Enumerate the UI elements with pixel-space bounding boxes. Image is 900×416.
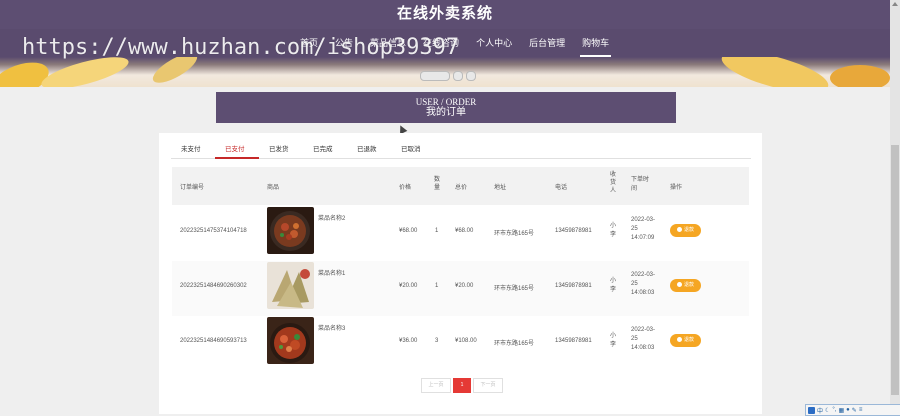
receiver: 小李 <box>610 333 617 348</box>
address: 环市东路165号 <box>494 231 535 237</box>
ime-user-icon[interactable]: ● <box>846 407 850 413</box>
page-1-button[interactable]: 1 <box>453 378 471 393</box>
page-scrollbar[interactable] <box>890 0 900 414</box>
refund-icon <box>676 336 682 342</box>
ime-menu-icon[interactable]: ≡ <box>859 407 863 413</box>
tab-refunded[interactable]: 已退款 <box>347 140 391 158</box>
order-time: 2022-03-25 14:08:03 <box>631 272 656 296</box>
tab-unpaid[interactable]: 未支付 <box>171 140 215 158</box>
order-time: 2022-03-25 14:08:03 <box>631 327 656 351</box>
price: ¥20.00 <box>399 283 418 289</box>
refund-button[interactable]: 退款 <box>670 334 701 347</box>
scroll-up-icon[interactable] <box>892 2 898 6</box>
tab-shipped[interactable]: 已发货 <box>259 140 303 158</box>
col-receiver: 收货人 <box>610 172 617 194</box>
address: 环市东路165号 <box>494 341 535 347</box>
phone: 13459878981 <box>555 283 592 289</box>
receiver: 小李 <box>610 223 617 238</box>
quantity: 1 <box>435 228 439 234</box>
order-status-tabs: 未支付 已支付 已发货 已完成 已退款 已取消 <box>171 140 751 159</box>
price: ¥68.00 <box>399 228 418 234</box>
table-row: 20223251484690593713 菜品名称3 ¥36.00 3 ¥108… <box>172 316 749 371</box>
col-order-no: 订单编号 <box>180 185 205 191</box>
table-row: 20223251475374104718 菜品名称2 ¥68.00 1 ¥68.… <box>172 206 749 261</box>
ime-chinese-icon[interactable]: 中 <box>817 406 823 415</box>
ime-logo-icon <box>808 406 815 414</box>
page-title: 我的订单 <box>426 107 466 118</box>
product-image[interactable] <box>267 207 314 254</box>
ime-keyboard-icon[interactable]: ▦ <box>838 407 844 414</box>
col-phone: 电话 <box>555 185 568 191</box>
col-qty: 数量 <box>434 177 441 191</box>
product-image[interactable] <box>267 317 314 364</box>
refund-icon <box>676 226 682 232</box>
col-total: 总价 <box>455 185 468 191</box>
col-product: 商品 <box>267 185 280 191</box>
nav-item-profile[interactable]: 个人中心 <box>476 29 512 57</box>
nav-item-cart[interactable]: 购物车 <box>580 29 612 57</box>
ime-tool-icon[interactable]: ✎ <box>852 407 857 414</box>
tab-paid[interactable]: 已支付 <box>215 140 259 159</box>
product-name[interactable]: 菜品名称1 <box>318 268 345 277</box>
tab-cancelled[interactable]: 已取消 <box>391 140 435 158</box>
address: 环市东路165号 <box>494 286 535 292</box>
nav-item-consult[interactable]: 在线咨询 <box>423 29 459 57</box>
refund-button[interactable]: 退款 <box>670 224 701 237</box>
nav-item-home[interactable]: 首页 <box>300 29 318 57</box>
col-price: 价格 <box>399 185 412 191</box>
nav-item-notice[interactable]: 公告 <box>335 29 353 57</box>
product-name[interactable]: 菜品名称3 <box>318 323 345 332</box>
scrollbar-thumb[interactable] <box>891 145 899 395</box>
banner-image <box>0 57 890 87</box>
col-time: 下单时间 <box>631 177 650 192</box>
app-title: 在线外卖系统 <box>0 0 890 29</box>
pagination: 上一页 1 下一页 <box>421 378 503 393</box>
total: ¥108.00 <box>455 338 477 344</box>
quantity: 1 <box>435 283 439 289</box>
receiver: 小李 <box>610 278 617 293</box>
prev-page-button[interactable]: 上一页 <box>421 378 451 393</box>
banner-pager[interactable] <box>420 71 476 81</box>
tab-completed[interactable]: 已完成 <box>303 140 347 158</box>
product-image[interactable] <box>267 262 314 309</box>
phone: 13459878981 <box>555 338 592 344</box>
total: ¥20.00 <box>455 283 474 289</box>
col-address: 地址 <box>494 185 507 191</box>
page-title-box: USER / ORDER 我的订单 <box>216 92 676 123</box>
quantity: 3 <box>435 338 439 344</box>
nav-item-admin[interactable]: 后台管理 <box>529 29 565 57</box>
price: ¥36.00 <box>399 338 418 344</box>
order-time: 2022-03-25 14:07:09 <box>631 217 656 241</box>
nav-item-dishes[interactable]: 菜品信息 <box>370 29 406 57</box>
ime-moon-icon[interactable]: ☾ <box>825 407 830 414</box>
table-header: 订单编号 商品 价格 数量 总价 地址 电话 收货人 下单时间 操作 <box>172 167 749 205</box>
col-action: 操作 <box>670 185 683 191</box>
ime-punct-icon[interactable]: °, <box>832 407 836 413</box>
order-no: 20223251484690593713 <box>180 338 247 344</box>
refund-button[interactable]: 退款 <box>670 279 701 292</box>
refund-icon <box>676 281 682 287</box>
next-page-button[interactable]: 下一页 <box>473 378 503 393</box>
ime-toolbar[interactable]: 中 ☾ °, ▦ ● ✎ ≡ <box>805 404 900 416</box>
page-title-en: USER / ORDER <box>415 97 477 107</box>
order-no: 20223251484690260302 <box>180 283 247 289</box>
main-nav: 首页 公告 菜品信息 在线咨询 个人中心 后台管理 购物车 <box>0 29 890 57</box>
order-no: 20223251475374104718 <box>180 228 247 234</box>
table-row: 20223251484690260302 菜品名称1 ¥20.00 1 ¥20.… <box>172 261 749 316</box>
phone: 13459878981 <box>555 228 592 234</box>
product-name[interactable]: 菜品名称2 <box>318 213 345 222</box>
orders-panel: 未支付 已支付 已发货 已完成 已退款 已取消 订单编号 商品 价格 数量 总价… <box>159 133 762 414</box>
total: ¥68.00 <box>455 228 474 234</box>
